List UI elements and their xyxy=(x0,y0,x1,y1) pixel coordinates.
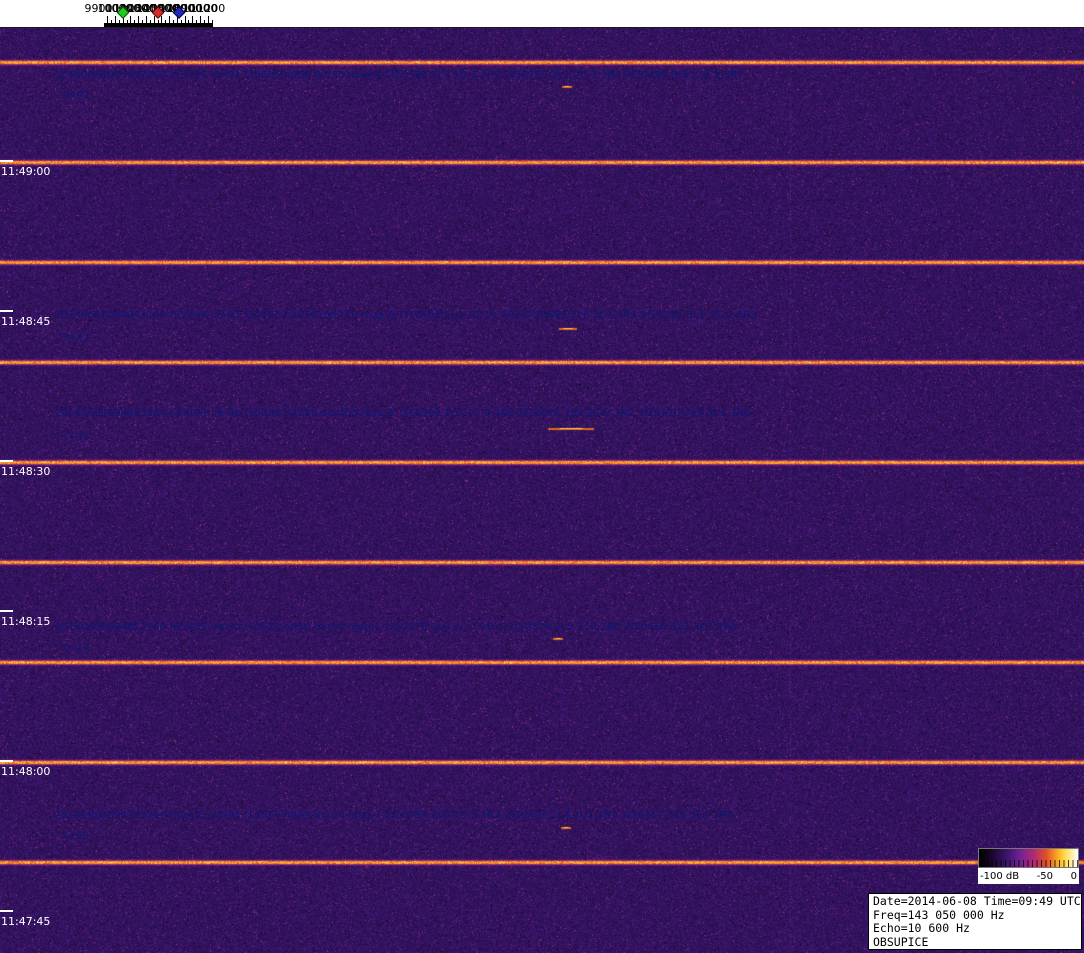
ruler-tick xyxy=(212,23,213,27)
db-color-scale: -100 dB -50 0 xyxy=(978,848,1079,884)
frequency-ruler[interactable]: 9900 Hz100001010010200103001040010500106… xyxy=(0,0,1084,28)
info-date-time: Date=2014-06-08 Time=09:49 UTC xyxy=(873,895,1077,909)
color-gradient-bar xyxy=(978,848,1079,868)
meteor-echo-spectrogram-app: 9900 Hz100001010010200103001040010500106… xyxy=(0,0,1084,953)
spectrogram-waterfall[interactable] xyxy=(0,28,1084,953)
info-echo-frequency: Echo=10 600 Hz xyxy=(873,922,1077,936)
info-station-id: OBSUPICE xyxy=(873,936,1077,950)
db-max-label: 0 xyxy=(1071,871,1077,882)
color-scale-labels: -100 dB -50 0 xyxy=(978,868,1079,884)
freq-label-11200: 11200 xyxy=(190,2,225,15)
db-min-label: -100 dB xyxy=(980,871,1019,882)
observation-info-box: Date=2014-06-08 Time=09:49 UTC Freq=143 … xyxy=(868,893,1082,950)
db-mid-label: -50 xyxy=(1037,871,1053,882)
color-scale-ticks-icon xyxy=(979,860,1078,867)
info-frequency: Freq=143 050 000 Hz xyxy=(873,909,1077,923)
